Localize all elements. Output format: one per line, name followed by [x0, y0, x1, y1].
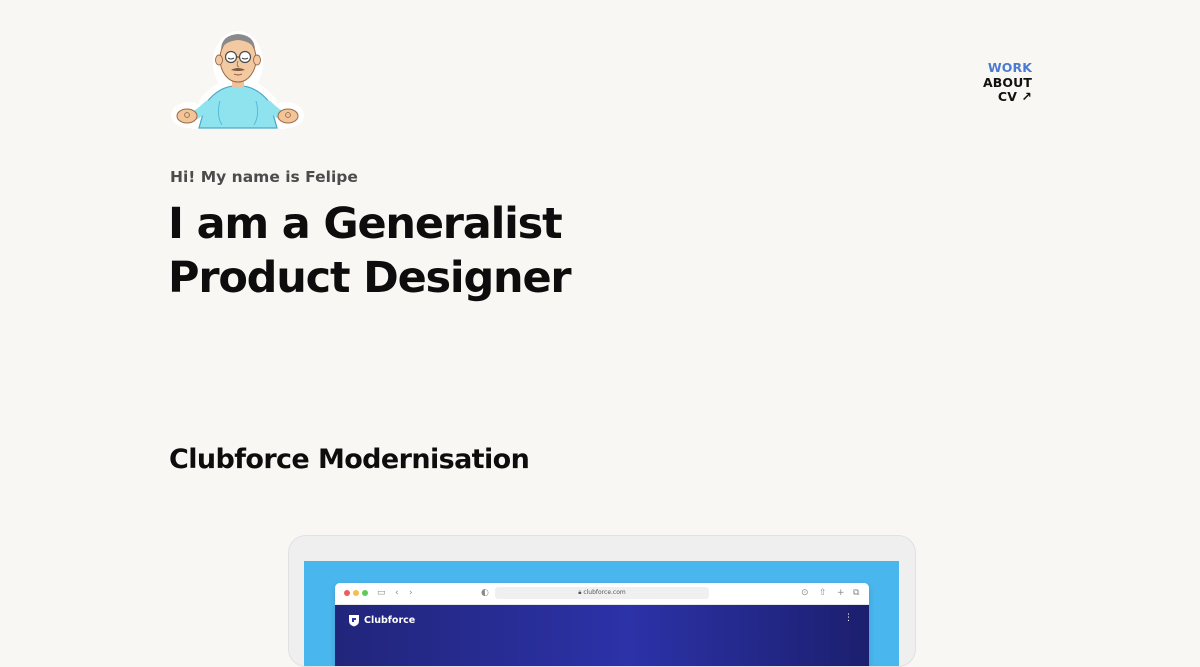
- headline-line-1: I am a Generalist: [168, 199, 563, 249]
- nav-link-work[interactable]: WORK: [983, 60, 1032, 76]
- browser-mockup: ▭ ‹ › ◐ 🔒︎ clubforce.com ⊙ ⇧ + ⧉ Clubfor…: [335, 583, 869, 666]
- url-field: 🔒︎ clubforce.com: [495, 587, 709, 599]
- greeting: Hi! My name is Felipe: [170, 168, 358, 186]
- shield-icon: ◐: [481, 588, 489, 598]
- url-text: clubforce.com: [583, 589, 626, 596]
- new-tab-icon: +: [837, 588, 845, 598]
- back-icon: ‹: [395, 588, 399, 598]
- maximize-dot-icon: [362, 590, 368, 596]
- lock-icon: 🔒︎: [578, 589, 582, 596]
- browser-toolbar: ▭ ‹ › ◐ 🔒︎ clubforce.com ⊙ ⇧ + ⧉: [335, 583, 869, 605]
- site-logo: Clubforce: [348, 613, 415, 627]
- main-nav: WORK ABOUT CV ↗: [983, 60, 1032, 105]
- forward-icon: ›: [409, 588, 413, 598]
- headline-line-2: Product Designer: [168, 253, 572, 303]
- sidebar-icon: ▭: [377, 588, 386, 598]
- share-icon: ⇧: [819, 588, 827, 598]
- meditating-avatar-icon: [171, 31, 304, 129]
- nav-link-cv[interactable]: CV ↗: [983, 89, 1032, 105]
- project-preview-card[interactable]: ▭ ‹ › ◐ 🔒︎ clubforce.com ⊙ ⇧ + ⧉ Clubfor…: [288, 535, 916, 667]
- minimize-dot-icon: [353, 590, 359, 596]
- avatar: [170, 25, 305, 133]
- tabs-icon: ⧉: [853, 588, 860, 598]
- site-header: Clubforce ⋮: [335, 605, 869, 666]
- kebab-menu-icon: ⋮: [844, 613, 853, 623]
- project-preview-backdrop: ▭ ‹ › ◐ 🔒︎ clubforce.com ⊙ ⇧ + ⧉ Clubfor…: [304, 561, 899, 666]
- hero-headline: I am a Generalist Product Designer: [168, 197, 688, 305]
- project-title[interactable]: Clubforce Modernisation: [169, 444, 530, 475]
- nav-link-about[interactable]: ABOUT: [983, 75, 1032, 91]
- clubforce-shield-icon: [349, 614, 359, 626]
- site-name: Clubforce: [364, 614, 416, 626]
- close-dot-icon: [344, 590, 350, 596]
- download-icon: ⊙: [801, 588, 809, 598]
